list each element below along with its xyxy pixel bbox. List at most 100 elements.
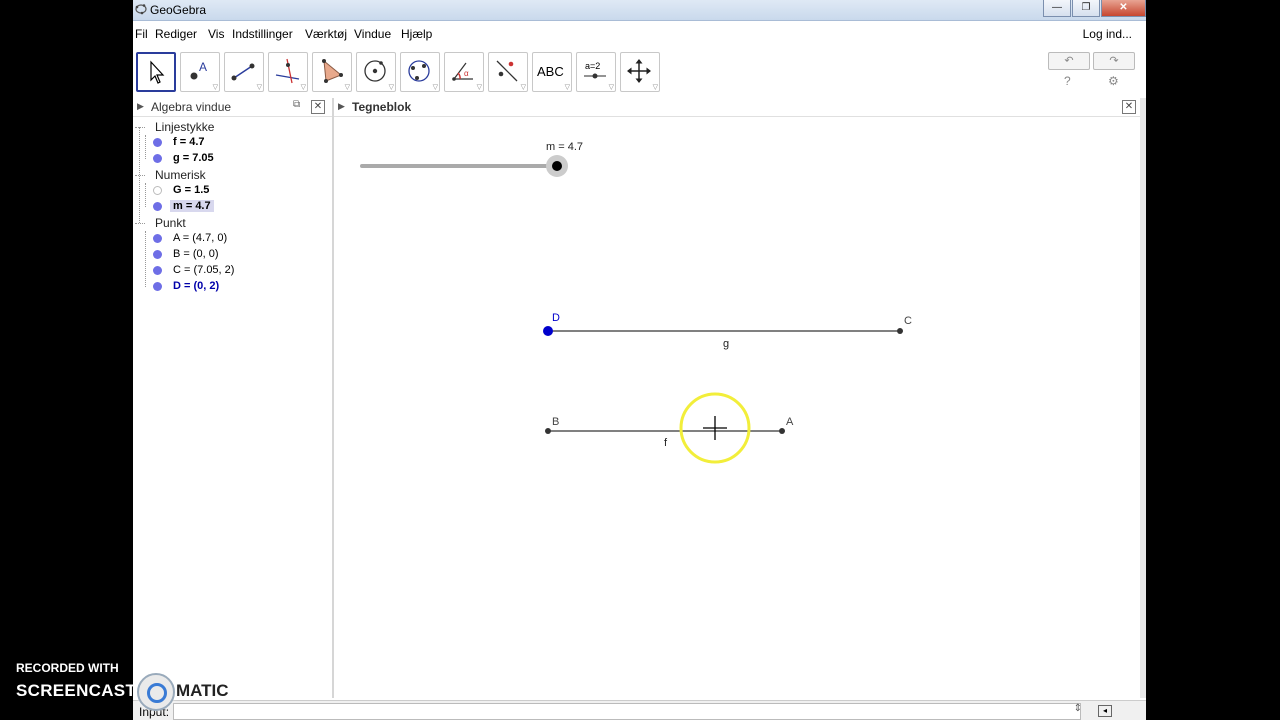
graphics-view-header: ▶ Tegneblok ✕ bbox=[334, 98, 1140, 117]
circle-tool-button[interactable]: ▽ bbox=[356, 52, 396, 92]
geogebra-app-icon bbox=[135, 4, 147, 15]
menu-fil[interactable]: Fil bbox=[135, 27, 148, 41]
perpendicular-line-tool-button[interactable]: ▽ bbox=[268, 52, 308, 92]
algebra-view-header: ▶ Algebra vindue ⧉ ✕ bbox=[133, 98, 332, 117]
reflect-icon bbox=[496, 60, 518, 82]
slider-tool-button[interactable]: a=2 ▽ bbox=[576, 52, 616, 92]
polygon-icon bbox=[322, 59, 343, 83]
menu-vindue[interactable]: Vindue bbox=[354, 27, 391, 41]
arrow-cursor-icon bbox=[150, 60, 165, 84]
login-link[interactable]: Log ind... bbox=[1083, 27, 1132, 41]
visibility-toggle-A[interactable] bbox=[153, 234, 162, 243]
menu-vaerktoj[interactable]: Værktøj bbox=[305, 27, 347, 41]
visibility-toggle-f[interactable] bbox=[153, 138, 162, 147]
slider-handle[interactable] bbox=[552, 161, 562, 171]
perpendicular-line-icon bbox=[275, 58, 300, 84]
label-A: A bbox=[786, 416, 794, 428]
text-icon: ABC bbox=[537, 64, 564, 79]
input-help-button[interactable]: ◂ bbox=[1098, 705, 1112, 717]
visibility-toggle-C[interactable] bbox=[153, 266, 162, 275]
segment-icon bbox=[231, 63, 255, 81]
collapse-arrow-icon[interactable]: ▶ bbox=[137, 101, 144, 112]
input-bar: Input: ⇕ ◂ bbox=[133, 700, 1146, 720]
tree-connector bbox=[135, 127, 145, 128]
point-A[interactable] bbox=[779, 428, 785, 434]
conic-icon bbox=[408, 60, 430, 82]
algebra-item-A[interactable]: A = (4.7, 0) bbox=[173, 232, 227, 244]
visibility-toggle-m[interactable] bbox=[153, 202, 162, 211]
algebra-item-G[interactable]: G = 1.5 bbox=[173, 184, 209, 196]
polygon-tool-button[interactable]: ▽ bbox=[312, 52, 352, 92]
visibility-toggle-B[interactable] bbox=[153, 250, 162, 259]
algebra-item-g[interactable]: g = 7.05 bbox=[173, 152, 214, 164]
visibility-toggle-G[interactable] bbox=[153, 186, 162, 195]
menu-rediger[interactable]: Rediger bbox=[155, 27, 197, 41]
settings-gear-icon[interactable]: ⚙ bbox=[1108, 74, 1119, 88]
screencast-logo-icon bbox=[137, 673, 175, 711]
input-field[interactable] bbox=[173, 703, 1081, 720]
menu-bar: Fil Rediger Vis Indstillinger Værktøj Vi… bbox=[133, 24, 1146, 44]
label-g: g bbox=[723, 338, 729, 350]
move-tool-button[interactable] bbox=[136, 52, 176, 92]
tree-connector bbox=[135, 175, 145, 176]
menu-vis[interactable]: Vis bbox=[208, 27, 224, 41]
algebra-item-f[interactable]: f = 4.7 bbox=[173, 136, 205, 148]
toolbar: A ▽ ▽ ▽ ▽ ▽ ▽ α ▽ ▽ ABC ▽ a=2 ▽ ▽ bbox=[133, 52, 1146, 94]
algebra-item-m[interactable]: m = 4.7 bbox=[170, 200, 214, 212]
crosshair-cursor-icon bbox=[703, 416, 727, 440]
minimize-button[interactable]: — bbox=[1043, 0, 1071, 17]
slider-icon: a=2 bbox=[584, 61, 606, 79]
tree-connector bbox=[145, 231, 146, 287]
close-button[interactable]: ✕ bbox=[1101, 0, 1146, 17]
label-C: C bbox=[904, 315, 912, 327]
redo-button[interactable]: ↷ bbox=[1093, 52, 1135, 70]
angle-tool-button[interactable]: α ▽ bbox=[444, 52, 484, 92]
group-linjestykke[interactable]: Linjestykke bbox=[155, 120, 214, 134]
menu-hjaelp[interactable]: Hjælp bbox=[401, 27, 432, 41]
watermark-matic: MATIC bbox=[176, 681, 229, 700]
angle-icon: α bbox=[452, 62, 473, 81]
collapse-arrow-icon[interactable]: ▶ bbox=[338, 101, 345, 112]
graphics-view[interactable]: m = 4.7 D C g B A f bbox=[334, 117, 1140, 697]
point-C[interactable] bbox=[897, 328, 903, 334]
point-D[interactable] bbox=[543, 326, 553, 336]
text-tool-button[interactable]: ABC ▽ bbox=[532, 52, 572, 92]
group-punkt[interactable]: Punkt bbox=[155, 216, 186, 230]
group-numerisk[interactable]: Numerisk bbox=[155, 168, 206, 182]
algebra-view: Linjestykke f = 4.7 g = 7.05 Numerisk G … bbox=[133, 117, 333, 697]
menu-indstillinger[interactable]: Indstillinger bbox=[232, 27, 293, 41]
help-icon[interactable]: ? bbox=[1064, 74, 1071, 88]
algebra-item-C[interactable]: C = (7.05, 2) bbox=[173, 264, 234, 276]
visibility-toggle-D[interactable] bbox=[153, 282, 162, 291]
circle-icon bbox=[364, 60, 386, 82]
svg-text:ABC: ABC bbox=[537, 64, 564, 79]
undo-button[interactable]: ↶ bbox=[1048, 52, 1090, 70]
point-icon: A bbox=[190, 60, 207, 80]
point-tool-button[interactable]: A ▽ bbox=[180, 52, 220, 92]
conic-tool-button[interactable]: ▽ bbox=[400, 52, 440, 92]
visibility-toggle-g[interactable] bbox=[153, 154, 162, 163]
graphics-view-title: Tegneblok bbox=[352, 100, 412, 114]
close-algebra-view-icon[interactable]: ✕ bbox=[311, 100, 325, 114]
geogebra-window: GeoGebra — ❐ ✕ Fil Rediger Vis Indstilli… bbox=[133, 0, 1146, 720]
input-spinner-icon[interactable]: ⇕ bbox=[1074, 703, 1082, 714]
maximize-button[interactable]: ❐ bbox=[1072, 0, 1100, 17]
svg-text:A: A bbox=[199, 60, 207, 74]
graphics-canvas[interactable]: m = 4.7 D C g B A f bbox=[334, 117, 1140, 697]
title-bar: GeoGebra — ❐ ✕ bbox=[133, 0, 1146, 21]
slider-label: m = 4.7 bbox=[546, 141, 583, 153]
algebra-item-B[interactable]: B = (0, 0) bbox=[173, 248, 219, 260]
tree-connector bbox=[145, 135, 146, 159]
algebra-item-D[interactable]: D = (0, 2) bbox=[173, 280, 219, 292]
close-graphics-view-icon[interactable]: ✕ bbox=[1122, 100, 1136, 114]
window-title: GeoGebra bbox=[150, 3, 207, 17]
label-f: f bbox=[664, 437, 668, 449]
point-B[interactable] bbox=[545, 428, 551, 434]
reflect-tool-button[interactable]: ▽ bbox=[488, 52, 528, 92]
move-cross-icon bbox=[627, 59, 651, 83]
label-D: D bbox=[552, 312, 560, 324]
segment-tool-button[interactable]: ▽ bbox=[224, 52, 264, 92]
move-graphics-view-tool-button[interactable]: ▽ bbox=[620, 52, 660, 92]
watermark-screencast: SCREENCAST bbox=[16, 681, 137, 700]
undock-icon[interactable]: ⧉ bbox=[293, 99, 300, 110]
